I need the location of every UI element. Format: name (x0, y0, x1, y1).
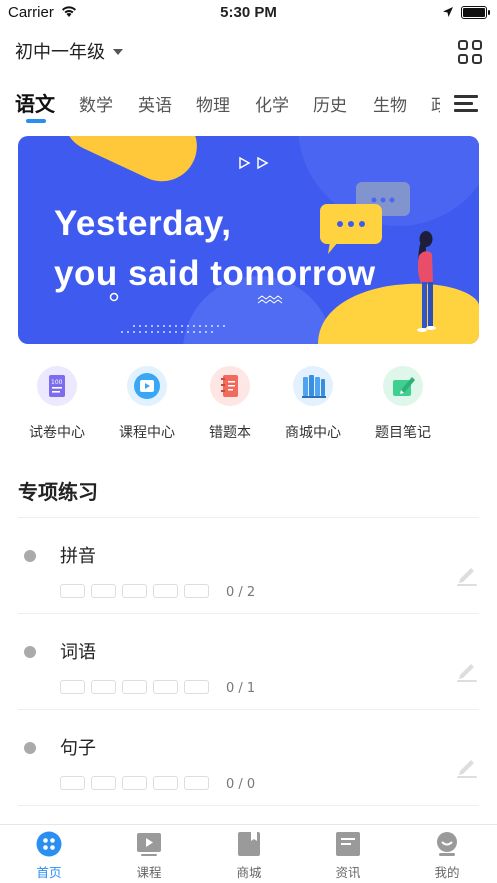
shortcut-question-notes[interactable]: 题目笔记 (353, 366, 453, 442)
shortcut-label: 商城中心 (285, 425, 341, 441)
subject-tabs: 语文 数学 英语 物理 化学 历史 生物 政治 (0, 88, 440, 128)
practice-item-words[interactable]: 词语 0 / 1 (0, 614, 497, 710)
tab-biology[interactable]: 生物 (373, 91, 407, 116)
practice-name: 句子 (60, 738, 96, 759)
bullet-dot (24, 646, 36, 658)
tabbar-profile[interactable]: 我的 (407, 831, 487, 881)
progress-boxes (60, 680, 209, 694)
clock-time: 5:30 PM (220, 4, 277, 21)
progress-count: 0 / 1 (226, 681, 256, 696)
tab-physics[interactable]: 物理 (196, 91, 230, 116)
shortcut-label: 题目笔记 (375, 425, 431, 441)
shortcut-exam-center[interactable]: 100 试卷中心 (7, 366, 107, 442)
exam-paper-icon: 100 (37, 366, 77, 406)
divider (18, 805, 479, 806)
bullet-dot (24, 742, 36, 754)
tab-politics[interactable]: 政治 (431, 91, 440, 116)
promo-banner[interactable]: Yesterday, you said tomorrow (18, 136, 479, 344)
bottom-tab-bar: 首页 课程 商城 资讯 我的 (0, 824, 497, 883)
tabbar-course[interactable]: 课程 (109, 831, 189, 881)
tabbar-store[interactable]: 商城 (209, 831, 289, 881)
tab-chemistry[interactable]: 化学 (255, 91, 289, 116)
grade-label: 初中一年级 (15, 42, 105, 63)
practice-name: 词语 (60, 642, 96, 663)
edit-pencil-icon[interactable] (455, 659, 479, 683)
home-icon (36, 831, 62, 857)
tabbar-label: 首页 (36, 865, 62, 880)
play-video-icon (127, 366, 167, 406)
notebook-icon (210, 366, 250, 406)
progress-boxes (60, 584, 209, 598)
tabbar-label: 商城 (236, 865, 262, 880)
svg-text:100: 100 (51, 379, 63, 386)
progress-count: 0 / 2 (226, 585, 256, 600)
tabbar-news[interactable]: 资讯 (308, 831, 388, 881)
course-play-icon (136, 831, 162, 857)
progress-count: 0 / 0 (226, 777, 256, 792)
caret-down-icon (113, 49, 123, 55)
tab-chinese[interactable]: 语文 (15, 88, 55, 117)
shortcut-grid: 100 试卷中心 课程中心 错题本 商城中心 题目笔记 (0, 366, 497, 446)
pencil-note-icon (383, 366, 423, 406)
bullet-dot (24, 550, 36, 562)
grade-selector[interactable]: 初中一年级 (15, 38, 123, 64)
grid-menu-icon[interactable] (458, 40, 482, 64)
status-bar: Carrier 5:30 PM (0, 0, 497, 26)
practice-name: 拼音 (60, 546, 96, 567)
practice-item-pinyin[interactable]: 拼音 0 / 2 (0, 518, 497, 614)
battery-icon (461, 6, 490, 19)
tabbar-label: 资讯 (335, 865, 361, 880)
shortcut-store-center[interactable]: 商城中心 (263, 366, 363, 442)
shortcut-label: 试卷中心 (29, 425, 85, 441)
hamburger-menu-icon[interactable] (454, 95, 478, 113)
tab-history[interactable]: 历史 (313, 91, 347, 116)
edit-pencil-icon[interactable] (455, 755, 479, 779)
profile-icon (434, 831, 460, 857)
banner-headline-line1: Yesterday, (54, 204, 232, 243)
location-arrow-icon (443, 7, 453, 17)
tab-math[interactable]: 数学 (79, 91, 113, 116)
store-book-icon (236, 831, 262, 857)
tab-english[interactable]: 英语 (138, 91, 172, 116)
tabbar-label: 课程 (136, 865, 162, 880)
tabbar-home[interactable]: 首页 (9, 831, 89, 881)
progress-boxes (60, 776, 209, 790)
edit-pencil-icon[interactable] (455, 563, 479, 587)
section-title: 专项练习 (18, 480, 98, 504)
books-icon (293, 366, 333, 406)
tabbar-label: 我的 (434, 865, 460, 880)
active-tab-indicator (26, 119, 46, 123)
practice-item-sentences[interactable]: 句子 0 / 0 (0, 710, 497, 806)
news-icon (335, 831, 361, 857)
banner-headline-line2: you said tomorrow (54, 254, 376, 293)
